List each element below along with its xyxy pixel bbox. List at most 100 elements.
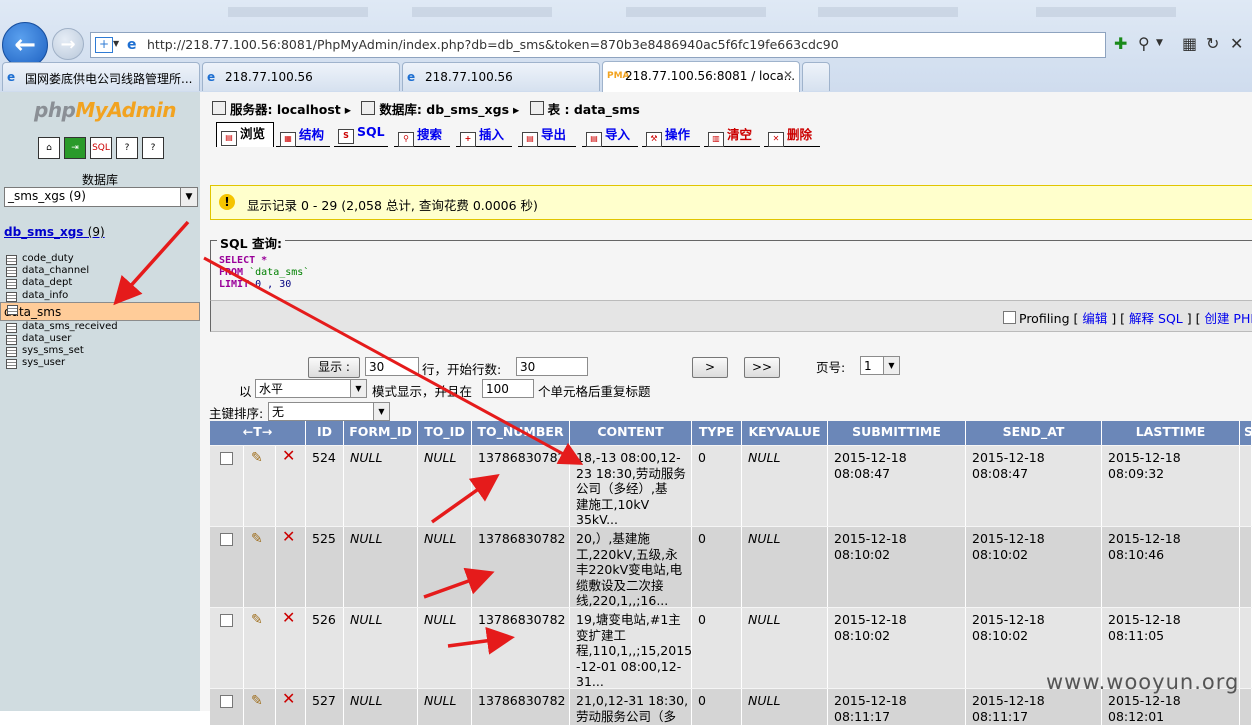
sidebar-table-item[interactable]: sys_sms_set bbox=[0, 345, 200, 358]
column-header[interactable]: SUBMITTIME bbox=[828, 421, 966, 445]
mode-label: 模式显示，并且在 bbox=[372, 384, 473, 399]
table-icon[interactable] bbox=[6, 267, 17, 278]
close-icon[interactable]: ✕ bbox=[783, 68, 793, 82]
delete-icon[interactable]: ✕ bbox=[282, 446, 295, 465]
sidebar-table-item[interactable]: data_user bbox=[0, 333, 200, 345]
tab-operations[interactable]: ⚒ 操作 bbox=[642, 124, 700, 147]
column-header[interactable]: LASTTIME bbox=[1102, 421, 1240, 445]
tab-import[interactable]: ▤ 导入 bbox=[582, 124, 638, 147]
address-url[interactable]: http://218.77.100.56:8081/PhpMyAdmin/ind… bbox=[147, 37, 839, 52]
next-page-button[interactable]: > bbox=[692, 357, 728, 378]
column-header[interactable]: TO_NUMBER bbox=[472, 421, 570, 445]
delete-icon[interactable]: ✕ bbox=[282, 608, 295, 627]
column-header[interactable]: SEND_AT bbox=[966, 421, 1102, 445]
column-resize-handle[interactable]: ←T→ bbox=[210, 421, 306, 445]
sidebar-table-item[interactable]: data_channel bbox=[0, 265, 200, 278]
breadcrumb-table[interactable]: 表 : data_sms bbox=[548, 102, 640, 117]
sidebar-table-item[interactable]: data_info bbox=[0, 290, 200, 302]
sort-select[interactable]: 无 ▼ bbox=[268, 402, 390, 421]
search-icon[interactable]: ⚲ bbox=[1138, 34, 1150, 53]
column-header[interactable]: S bbox=[1240, 421, 1252, 445]
chevron-down-icon[interactable]: ▼ bbox=[113, 39, 119, 48]
sql-icon: S bbox=[338, 129, 354, 144]
sql-icon[interactable]: SQL bbox=[90, 137, 112, 159]
browser-tab[interactable]: e 218.77.100.56 bbox=[402, 62, 600, 91]
sidebar-table-item[interactable]: data_dept bbox=[0, 277, 200, 290]
pencil-icon[interactable]: ✎ bbox=[251, 612, 263, 628]
repeat-header-input[interactable]: 100 bbox=[482, 379, 534, 398]
notice-text: 显示记录 0 - 29 (2,058 总计, 查询花费 0.0006 秒) bbox=[247, 198, 538, 213]
create-php-link[interactable]: 创建 PHP bbox=[1204, 311, 1252, 326]
forward-button[interactable]: → bbox=[52, 28, 84, 60]
chevron-down-icon[interactable]: ▼ bbox=[180, 188, 197, 206]
rows-input[interactable]: 30 bbox=[365, 357, 419, 376]
sidebar-table-item[interactable]: sys_user bbox=[0, 357, 200, 370]
address-bar[interactable]: + ▼ e http://218.77.100.56:8081/PhpMyAdm… bbox=[90, 32, 1106, 58]
cell-keyvalue: NULL bbox=[742, 608, 828, 688]
sidebar-table-item[interactable]: code_duty bbox=[0, 253, 200, 265]
edit-link[interactable]: 编辑 bbox=[1082, 311, 1107, 326]
table-icon[interactable] bbox=[6, 347, 17, 358]
pencil-icon[interactable]: ✎ bbox=[251, 693, 263, 709]
breadcrumb-database[interactable]: 数据库: db_sms_xgs bbox=[379, 102, 509, 117]
compat-view-icon[interactable]: ▦ bbox=[1182, 34, 1197, 53]
home-icon[interactable]: ⌂ bbox=[38, 137, 60, 159]
table-icon[interactable] bbox=[6, 291, 17, 302]
tab-browse[interactable]: ▤ 浏览 bbox=[216, 122, 274, 147]
profiling-checkbox[interactable] bbox=[1003, 311, 1016, 324]
column-header[interactable]: ID bbox=[306, 421, 344, 445]
delete-icon[interactable]: ✕ bbox=[282, 527, 295, 546]
row-checkbox[interactable] bbox=[220, 695, 233, 708]
chevron-down-icon[interactable]: ▼ bbox=[1156, 38, 1163, 48]
tab-export[interactable]: ▤ 导出 bbox=[518, 124, 576, 147]
display-mode-select[interactable]: 水平 ▼ bbox=[255, 379, 367, 398]
show-button[interactable]: 显示 : bbox=[308, 357, 360, 378]
breadcrumb-server[interactable]: 服务器: localhost bbox=[230, 102, 341, 117]
column-header[interactable]: CONTENT bbox=[570, 421, 692, 445]
cell-keyvalue: NULL bbox=[742, 689, 828, 725]
refresh-icon[interactable]: ↻ bbox=[1206, 34, 1219, 53]
pencil-icon[interactable]: ✎ bbox=[251, 450, 263, 466]
row-checkbox[interactable] bbox=[220, 533, 233, 546]
phpmyadmin-logo[interactable]: phpMyAdmin bbox=[34, 98, 176, 122]
browser-tab-active[interactable]: PMA 218.77.100.56:8081 / loca... ✕ bbox=[602, 61, 800, 92]
table-icon[interactable] bbox=[6, 279, 17, 290]
table-icon[interactable] bbox=[7, 304, 18, 315]
column-header[interactable]: TO_ID bbox=[418, 421, 472, 445]
tab-empty[interactable]: ▥ 清空 bbox=[704, 124, 760, 147]
database-name-link[interactable]: db_sms_xgs (9) bbox=[4, 225, 105, 239]
row-checkbox[interactable] bbox=[220, 614, 233, 627]
explain-sql-link[interactable]: 解释 SQL bbox=[1129, 311, 1183, 326]
exit-icon[interactable]: ⇥ bbox=[64, 137, 86, 159]
docs-icon[interactable]: ? bbox=[116, 137, 138, 159]
browser-tab[interactable]: e 国网娄底供电公司线路管理所... bbox=[2, 62, 200, 91]
compat-icon[interactable]: ✚ bbox=[1114, 34, 1127, 53]
tab-sql[interactable]: S SQL bbox=[334, 124, 388, 147]
table-icon[interactable] bbox=[6, 255, 17, 265]
page-select[interactable]: 1 ▼ bbox=[860, 356, 900, 375]
last-page-button[interactable]: >> bbox=[744, 357, 780, 378]
database-select[interactable]: _sms_xgs (9) ▼ bbox=[4, 187, 198, 207]
close-icon[interactable]: ✕ bbox=[1230, 34, 1243, 53]
tab-search[interactable]: ⚲ 搜索 bbox=[394, 124, 450, 147]
start-row-input[interactable]: 30 bbox=[516, 357, 588, 376]
new-tab-button[interactable] bbox=[802, 62, 830, 91]
page-icon[interactable]: + bbox=[95, 37, 113, 53]
pencil-icon[interactable]: ✎ bbox=[251, 531, 263, 547]
column-header[interactable]: TYPE bbox=[692, 421, 742, 445]
tab-drop[interactable]: ✕ 删除 bbox=[764, 124, 820, 147]
browser-tab[interactable]: e 218.77.100.56 bbox=[202, 62, 400, 91]
sidebar-table-item[interactable]: data_sms bbox=[0, 301, 200, 321]
column-header[interactable]: KEYVALUE bbox=[742, 421, 828, 445]
table-icon[interactable] bbox=[6, 359, 17, 370]
table-icon[interactable] bbox=[6, 322, 17, 333]
help-icon[interactable]: ? bbox=[142, 137, 164, 159]
cell-id: 524 bbox=[306, 446, 344, 526]
tab-structure[interactable]: ▦ 结构 bbox=[276, 124, 330, 147]
delete-icon[interactable]: ✕ bbox=[282, 689, 295, 708]
row-checkbox[interactable] bbox=[220, 452, 233, 465]
table-icon[interactable] bbox=[6, 334, 17, 345]
tab-insert[interactable]: + 插入 bbox=[456, 124, 512, 147]
sidebar-table-item[interactable]: data_sms_received bbox=[0, 321, 200, 333]
column-header[interactable]: FORM_ID bbox=[344, 421, 418, 445]
